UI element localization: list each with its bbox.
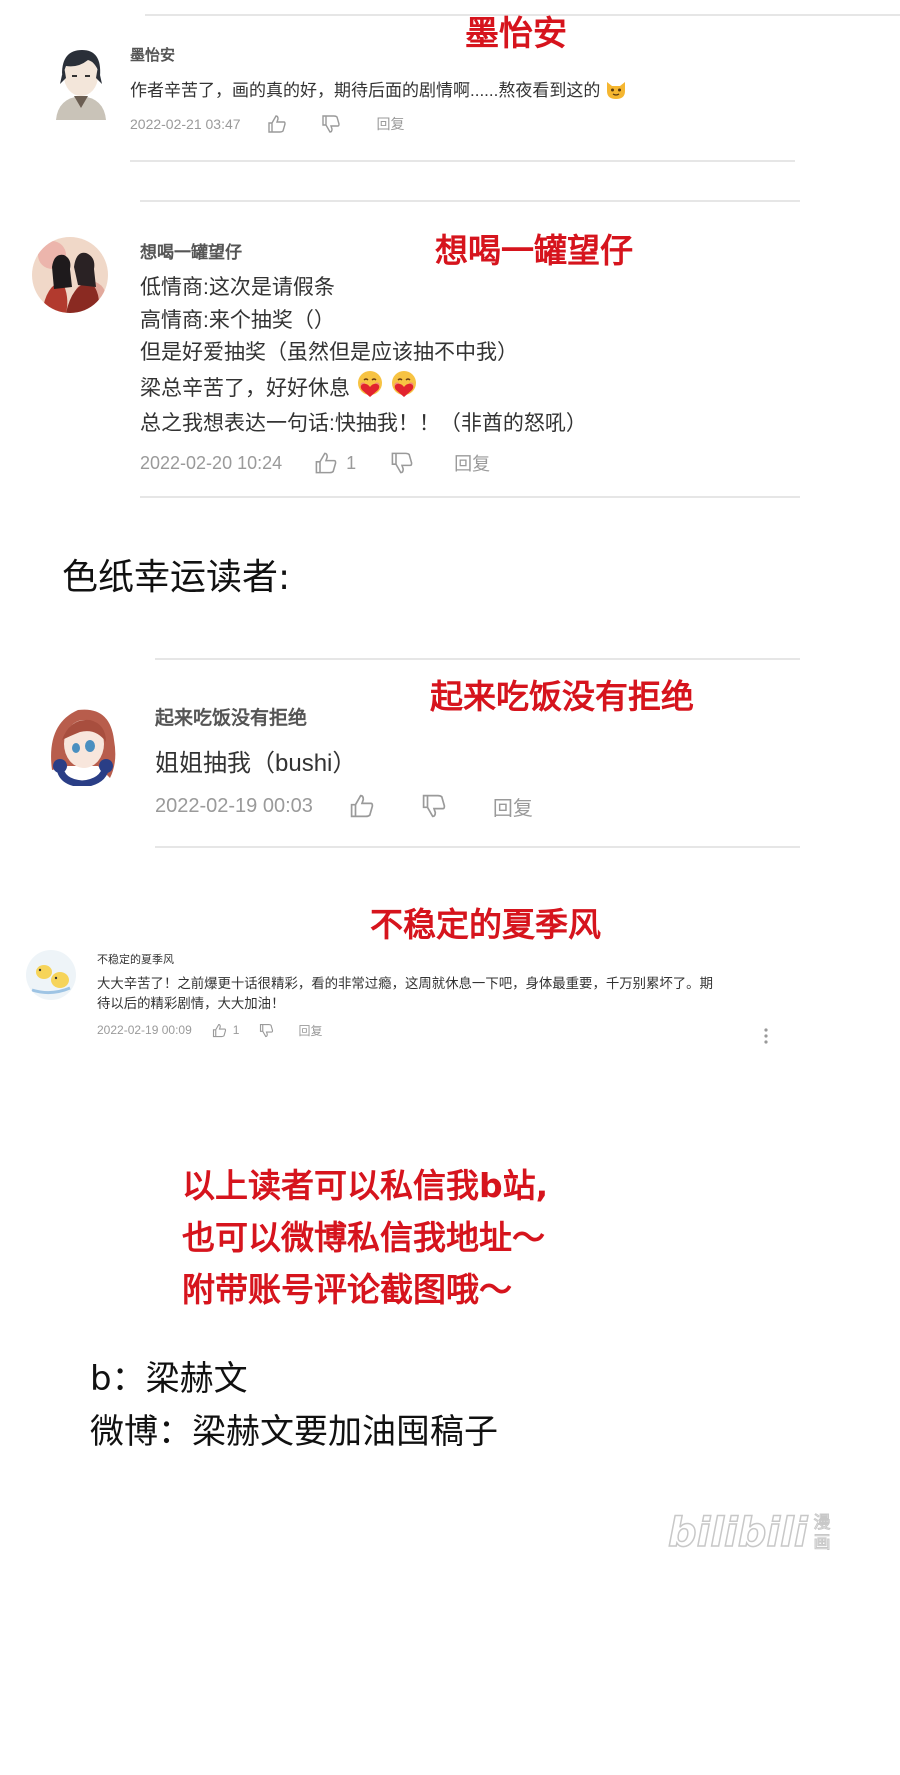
comment-meta-2: 2022-02-20 10:24 1 回复	[140, 450, 490, 476]
thumbs-up-icon[interactable]	[212, 1023, 227, 1038]
reply-button[interactable]: 回复	[298, 1022, 322, 1039]
red-caption-4: 不稳定的夏季风	[370, 905, 601, 944]
red-caption-3: 起来吃饭没有拒绝	[430, 677, 694, 716]
comment-meta-4: 2022-02-19 00:09 1 回复	[97, 1021, 322, 1039]
watermark-sub: 漫画	[813, 1513, 831, 1554]
comment-line: 但是好爱抽奖（虽然但是应该抽不中我）	[140, 341, 518, 364]
watermark-logo: bilibili	[667, 1509, 808, 1557]
comment-date: 2022-02-19 00:09	[97, 1023, 192, 1037]
comment-line: 作者辛苦了，画的真的好，期待后面的剧情啊......熬夜看到这的	[130, 81, 601, 100]
thumbs-down-icon[interactable]	[421, 793, 447, 819]
comment-meta-3: 2022-02-19 00:03 回复	[155, 792, 533, 820]
thumbs-down-icon[interactable]	[259, 1023, 274, 1038]
username-1[interactable]: 墨怡安	[130, 44, 175, 65]
comment-line: 梁总辛苦了，好好休息	[140, 376, 350, 400]
username-3[interactable]: 起来吃饭没有拒绝	[155, 703, 307, 730]
reply-button[interactable]: 回复	[493, 792, 533, 821]
reply-button[interactable]: 回复	[454, 450, 490, 476]
divider	[155, 658, 800, 660]
thumbs-down-icon[interactable]	[321, 114, 341, 134]
comment-line: 低情商:这次是请假条	[140, 276, 335, 299]
like-count: 1	[232, 1023, 240, 1037]
comment-text-3: 姐姐抽我（bushi）	[155, 750, 357, 777]
bilibili-manga-watermark: bilibili 漫画	[667, 1509, 834, 1557]
divider	[140, 200, 800, 202]
thumbs-up-icon[interactable]	[349, 793, 375, 819]
reply-button[interactable]: 回复	[377, 114, 405, 134]
avatar-1[interactable]	[48, 44, 114, 120]
thumbs-up-icon[interactable]	[267, 114, 287, 134]
username-2[interactable]: 想喝一罐望仔	[140, 238, 242, 263]
cat-face-icon	[605, 78, 627, 105]
notice-line: 以上读者可以私信我b站,	[182, 1166, 549, 1205]
comment-line: 总之我想表达一句话:快抽我！！（非酋的怒吼）	[140, 412, 587, 435]
more-vertical-icon[interactable]	[762, 1027, 770, 1052]
contact-bilibili: b：梁赫文	[90, 1359, 248, 1399]
comment-text-4: 大大辛苦了！之前爆更十话很精彩，看的非常过瘾，这周就休息一下吧，身体最重要，千万…	[97, 974, 713, 1014]
thumbs-up-icon[interactable]	[314, 451, 338, 475]
comment-meta-1: 2022-02-21 03:47 回复	[130, 113, 405, 135]
thumbs-down-icon[interactable]	[390, 451, 414, 475]
avatar-2[interactable]	[32, 237, 108, 313]
comment-line: 大大辛苦了！之前爆更十话很精彩，看的非常过瘾，这周就休息一下吧，身体最重要，千万…	[97, 976, 713, 991]
notice-text: 以上读者可以私信我b站, 也可以微博私信我地址～ 附带账号评论截图哦～	[182, 1160, 548, 1316]
divider	[140, 496, 800, 498]
notice-line: 附带账号评论截图哦～	[182, 1270, 512, 1309]
username-4[interactable]: 不稳定的夏季风	[97, 951, 174, 967]
heart-hug-face-icon	[390, 370, 418, 409]
comment-text-1: 作者辛苦了，画的真的好，期待后面的剧情啊......熬夜看到这的	[130, 76, 627, 105]
comment-text-2: 低情商:这次是请假条 高情商:来个抽奖（） 但是好爱抽奖（虽然但是应该抽不中我）…	[140, 272, 587, 441]
comment-line: 待以后的精彩剧情，大大加油！	[97, 996, 285, 1011]
comment-date: 2022-02-20 10:24	[140, 452, 283, 473]
like-count: 1	[346, 452, 357, 473]
winners-heading: 色纸幸运读者:	[62, 557, 291, 598]
notice-line: 也可以微博私信我地址～	[182, 1218, 545, 1257]
divider	[155, 846, 800, 848]
red-caption-1: 墨怡安	[465, 14, 567, 54]
comment-date: 2022-02-21 03:47	[130, 116, 241, 132]
heart-hug-face-icon	[356, 370, 384, 409]
comment-line: 高情商:来个抽奖（）	[140, 308, 335, 332]
avatar-4[interactable]	[26, 950, 76, 1000]
contact-weibo: 微博：梁赫文要加油囤稿子	[90, 1412, 498, 1452]
red-caption-2: 想喝一罐望仔	[435, 231, 633, 270]
avatar-3[interactable]	[40, 700, 124, 786]
divider	[130, 160, 795, 162]
comment-date: 2022-02-19 00:03	[155, 794, 313, 817]
